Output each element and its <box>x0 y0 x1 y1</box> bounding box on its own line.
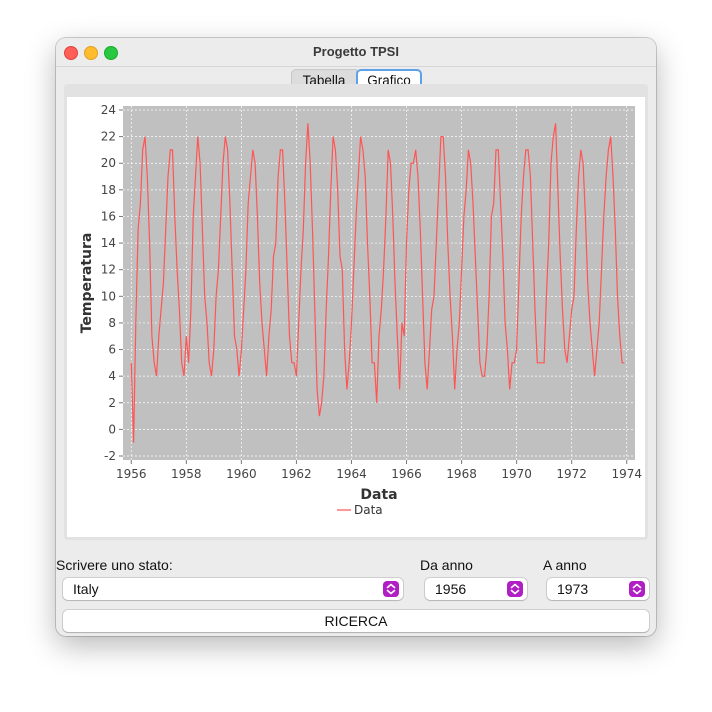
state-combobox[interactable]: Italy <box>63 578 403 600</box>
window-title: Progetto TPSI <box>313 44 399 59</box>
to-year-label: A anno <box>543 557 587 573</box>
x-tick-label: 1962 <box>281 467 312 481</box>
y-tick-label: 18 <box>101 183 116 197</box>
x-tick-label: 1964 <box>336 467 367 481</box>
y-axis-label: Temperatura <box>79 233 95 334</box>
y-tick-label: 2 <box>108 396 116 410</box>
x-tick-label: 1974 <box>611 467 642 481</box>
y-tick-label: 4 <box>108 369 116 383</box>
x-tick-label: 1968 <box>446 467 477 481</box>
x-tick-label: 1958 <box>171 467 202 481</box>
to-year-value: 1973 <box>557 581 589 597</box>
y-tick-label: 8 <box>108 316 116 330</box>
y-tick-label: 16 <box>101 209 116 223</box>
legend-label: Data <box>354 503 383 517</box>
from-year-value: 1956 <box>435 581 467 597</box>
y-tick-label: 0 <box>108 422 116 436</box>
x-tick-label: 1972 <box>556 467 587 481</box>
chart-panel: -2 0 2 4 6 8 10 12 14 16 18 20 22 24 1956 1958 1960 1962… <box>64 84 648 540</box>
search-button[interactable]: RICERCA <box>63 610 649 632</box>
title-bar: Progetto TPSI <box>56 38 656 67</box>
state-value: Italy <box>73 581 99 597</box>
y-tick-label: 22 <box>101 130 116 144</box>
state-label: Scrivere uno stato: <box>56 557 173 573</box>
from-year-combobox[interactable]: 1956 <box>425 578 527 600</box>
temperature-chart: -2024681012141618202224 1956 1958 1960 1962… <box>79 103 642 517</box>
y-tick-label: 24 <box>101 103 116 117</box>
from-year-label: Da anno <box>420 557 473 573</box>
app-window: Progetto TPSI Tabella Grafico -2 0 2 4 6 8 10 1… <box>56 38 656 636</box>
x-tick-label: 1970 <box>501 467 532 481</box>
y-axis-ticks: -2024681012141618202224 <box>101 103 123 463</box>
chart-container: -2 0 2 4 6 8 10 12 14 16 18 20 22 24 1956 1958 1960 1962… <box>67 97 645 537</box>
updown-chevron-icon <box>629 581 645 597</box>
x-tick-label: 1960 <box>226 467 257 481</box>
y-tick-label: 12 <box>101 263 116 277</box>
y-tick-label: 10 <box>101 289 116 303</box>
to-year-combobox[interactable]: 1973 <box>547 578 649 600</box>
y-tick-label: -2 <box>104 449 116 463</box>
y-tick-label: 6 <box>108 343 116 357</box>
x-axis-label: Data <box>360 487 397 503</box>
y-tick-label: 20 <box>101 156 116 170</box>
x-tick-label: 1956 <box>116 467 147 481</box>
x-axis-ticks: 1956 1958 1960 1962 1964 1966 1968 1970 1972 1974 <box>116 460 642 481</box>
updown-chevron-icon <box>383 581 399 597</box>
updown-chevron-icon <box>507 581 523 597</box>
y-tick-label: 14 <box>101 236 116 250</box>
x-tick-label: 1966 <box>391 467 422 481</box>
